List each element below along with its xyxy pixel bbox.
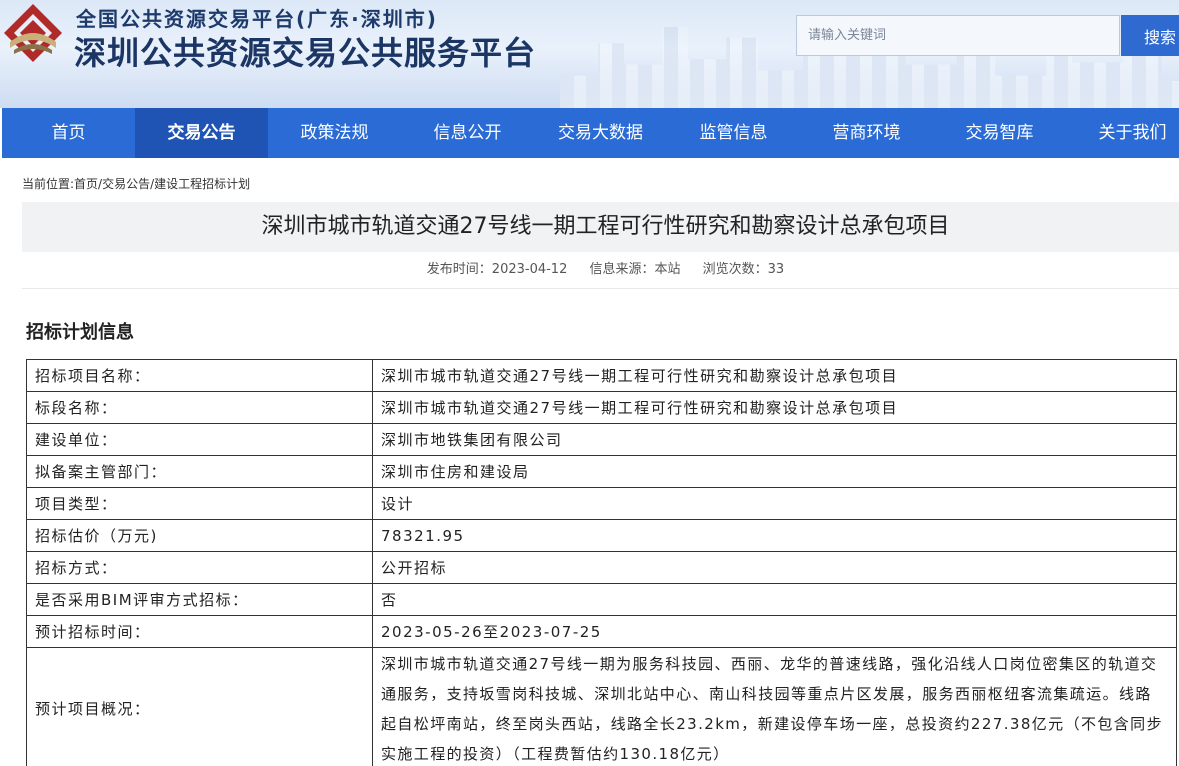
- row-value: 2023-05-26至2023-07-25: [372, 615, 1177, 648]
- nav-item-home[interactable]: 首页: [2, 108, 135, 158]
- nav-item-trade-big-data[interactable]: 交易大数据: [534, 108, 667, 158]
- article-title-bar: 深圳市城市轨道交通27号线一期工程可行性研究和勘察设计总承包项目: [22, 202, 1179, 252]
- table-row: 招标估价（万元) 78321.95: [26, 519, 1177, 552]
- table-row: 预计招标时间： 2023-05-26至2023-07-25: [26, 615, 1177, 648]
- nav-item-trade-announcements[interactable]: 交易公告: [135, 108, 268, 158]
- table-row: 是否采用BIM评审方式招标： 否: [26, 583, 1177, 616]
- table-row: 项目类型： 设计: [26, 487, 1177, 520]
- row-label: 是否采用BIM评审方式招标：: [26, 583, 373, 616]
- search-input[interactable]: [796, 15, 1120, 56]
- article-meta: 发布时间：2023-04-12 信息来源：本站 浏览次数：33: [0, 258, 1179, 277]
- table-row: 预计项目概况： 深圳市城市轨道交通27号线一期为服务科技园、西丽、龙华的普速线路…: [26, 647, 1177, 766]
- row-value: 设计: [372, 487, 1177, 520]
- row-label: 预计项目概况：: [26, 647, 373, 766]
- row-value: 否: [372, 583, 1177, 616]
- row-label: 招标项目名称：: [26, 359, 373, 392]
- table-row: 拟备案主管部门： 深圳市住房和建设局: [26, 455, 1177, 488]
- table-row: 招标项目名称： 深圳市城市轨道交通27号线一期工程可行性研究和勘察设计总承包项目: [26, 359, 1177, 392]
- row-label: 招标方式：: [26, 551, 373, 584]
- row-value: 深圳市住房和建设局: [372, 455, 1177, 488]
- row-value: 公开招标: [372, 551, 1177, 584]
- nav-item-supervision[interactable]: 监管信息: [667, 108, 800, 158]
- breadcrumb: 当前位置:首页/交易公告/建设工程招标计划: [22, 177, 251, 191]
- publish-time: 发布时间：2023-04-12: [426, 262, 568, 277]
- table-row: 招标方式： 公开招标: [26, 551, 1177, 584]
- table-row: 标段名称： 深圳市城市轨道交通27号线一期工程可行性研究和勘察设计总承包项目: [26, 391, 1177, 424]
- article-title: 深圳市城市轨道交通27号线一期工程可行性研究和勘察设计总承包项目: [261, 214, 950, 239]
- nav-item-think-tank[interactable]: 交易智库: [933, 108, 1066, 158]
- row-label: 建设单位：: [26, 423, 373, 456]
- nav-item-about-us[interactable]: 关于我们: [1066, 108, 1179, 158]
- table-row: 建设单位： 深圳市地铁集团有限公司: [26, 423, 1177, 456]
- tender-plan-table: 招标项目名称： 深圳市城市轨道交通27号线一期工程可行性研究和勘察设计总承包项目…: [26, 359, 1177, 766]
- row-label: 预计招标时间：: [26, 615, 373, 648]
- platform-title: 深圳公共资源交易公共服务平台: [74, 34, 537, 72]
- row-value: 深圳市城市轨道交通27号线一期工程可行性研究和勘察设计总承包项目: [372, 359, 1177, 392]
- nav-item-information-disclosure[interactable]: 信息公开: [401, 108, 534, 158]
- row-value: 深圳市城市轨道交通27号线一期工程可行性研究和勘察设计总承包项目: [372, 391, 1177, 424]
- row-label: 招标估价（万元): [26, 519, 373, 552]
- row-value: 深圳市地铁集团有限公司: [372, 423, 1177, 456]
- row-label: 拟备案主管部门：: [26, 455, 373, 488]
- info-source: 信息来源：本站: [589, 262, 681, 277]
- shenzhen-logo-icon[interactable]: [2, 2, 64, 64]
- row-label: 标段名称：: [26, 391, 373, 424]
- row-value: 深圳市城市轨道交通27号线一期为服务科技园、西丽、龙华的普速线路，强化沿线人口岗…: [372, 647, 1177, 766]
- nav-item-policies[interactable]: 政策法规: [268, 108, 401, 158]
- row-label: 项目类型：: [26, 487, 373, 520]
- section-title: 招标计划信息: [26, 322, 134, 343]
- row-value: 78321.95: [372, 519, 1177, 552]
- main-nav: 首页 交易公告 政策法规 信息公开 交易大数据 监管信息 营商环境 交易智库 关…: [2, 108, 1179, 158]
- view-count: 浏览次数：33: [702, 262, 785, 277]
- site-header: 全国公共资源交易平台(广东·深圳市) 深圳公共资源交易公共服务平台 搜索: [0, 0, 1179, 108]
- divider: [22, 288, 1179, 289]
- nav-item-business-environment[interactable]: 营商环境: [800, 108, 933, 158]
- search-button[interactable]: 搜索: [1121, 15, 1179, 56]
